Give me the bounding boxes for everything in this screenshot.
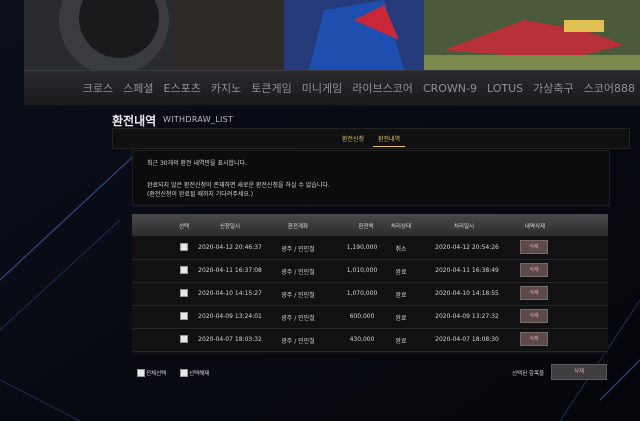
cell-account: 광주 / 민민철 (281, 315, 315, 322)
header-requested: 신청일시 (219, 224, 241, 230)
cell-account: 광주 / 민민철 (281, 292, 315, 299)
cell-account: 광주 / 민민철 (281, 246, 315, 253)
cell-requested: 2020-04-07 18:03:32 (198, 336, 262, 343)
hero-banner (24, 0, 640, 70)
delete-button[interactable]: 삭제 (520, 309, 548, 323)
cell-amount: 430,000 (349, 336, 375, 343)
cell-account: 광주 / 민민철 (281, 338, 315, 345)
table-row: 2020-04-12 20:46:37 광주 / 민민철 1,190,000 취… (132, 236, 608, 260)
cell-requested: 2020-04-09 13:24:01 (198, 313, 262, 320)
cell-processed: 2020-04-07 18:08:30 (435, 336, 499, 343)
row-checkbox[interactable] (180, 266, 188, 274)
cell-status: 완료 (395, 315, 407, 322)
row-checkbox[interactable] (180, 312, 188, 320)
table-row: 2020-04-11 16:37:08 광주 / 민민철 1,010,000 완… (132, 259, 608, 283)
select-all-checkbox[interactable] (137, 369, 145, 377)
tab-withdraw-history[interactable]: 환전내역 (373, 131, 406, 147)
nav-item-esports[interactable]: E스포츠 (159, 80, 206, 96)
nav-item-score888[interactable]: 스코어888 (579, 80, 640, 96)
tab-withdraw-request[interactable]: 환전신청 (337, 131, 369, 146)
cell-requested: 2020-04-11 16:37:08 (198, 267, 262, 274)
nav-item-cross[interactable]: 크로스 (78, 80, 118, 96)
delete-button[interactable]: 삭제 (520, 240, 548, 254)
table-row: 2020-04-10 14:15:27 광주 / 민민철 1,070,000 완… (132, 282, 608, 306)
cell-amount: 600,000 (349, 313, 375, 320)
cell-processed: 2020-04-12 20:54:26 (435, 244, 499, 251)
deselect-all-label[interactable]: 선택해제 (189, 369, 209, 377)
cell-requested: 2020-04-10 14:15:27 (198, 290, 262, 297)
nav-item-live-score[interactable]: 라이브스코어 (347, 80, 418, 96)
delete-button[interactable]: 삭제 (520, 286, 548, 300)
tab-bar: 환전신청 환전내역 (112, 128, 630, 149)
cell-status: 완료 (395, 338, 407, 345)
page-subtitle: WITHDRAW_LIST (163, 115, 234, 124)
cell-processed: 2020-04-09 13:27:32 (435, 313, 499, 320)
table-header: 선택 신청일시 환전계좌 환전액 처리상태 처리일시 내역삭제 (132, 214, 608, 236)
deselect-all-checkbox[interactable] (180, 369, 188, 377)
delete-button[interactable]: 삭제 (520, 263, 548, 277)
header-select: 선택 (178, 224, 190, 230)
header-status: 처리상태 (390, 224, 412, 230)
row-checkbox[interactable] (180, 289, 188, 297)
cell-amount: 1,190,000 (346, 244, 378, 251)
table-row: 2020-04-07 18:03:32 광주 / 민민철 430,000 완료 … (132, 328, 608, 352)
nav-item-lotus[interactable]: LOTUS (482, 82, 528, 95)
delete-selected-button[interactable]: 삭제 (551, 364, 607, 380)
nav-item-special[interactable]: 스페셜 (118, 80, 158, 96)
nav-item-mini-game[interactable]: 미니게임 (297, 80, 347, 96)
nav-item-token-game[interactable]: 토큰게임 (246, 80, 296, 96)
cell-amount: 1,010,000 (346, 267, 378, 274)
nav-item-crown9[interactable]: CROWN-9 (418, 82, 482, 95)
selected-items-label: 선택된 항목을 (512, 371, 545, 377)
page-title: 환전내역 (112, 114, 157, 128)
row-checkbox[interactable] (180, 243, 188, 251)
row-checkbox[interactable] (180, 335, 188, 343)
cell-status: 완료 (395, 292, 407, 299)
nav-item-casino[interactable]: 카지노 (206, 80, 246, 96)
cell-account: 광주 / 민민철 (281, 269, 315, 276)
delete-button[interactable]: 삭제 (520, 332, 548, 346)
header-amount: 환전액 (358, 224, 374, 230)
table-row: 2020-04-09 13:24:01 광주 / 민민철 600,000 완료 … (132, 305, 608, 329)
header-account: 환전계좌 (287, 224, 309, 230)
cell-processed: 2020-04-11 16:38:49 (435, 267, 499, 274)
header-delete: 내역삭제 (524, 224, 546, 230)
header-processed: 처리일시 (453, 224, 475, 230)
cell-requested: 2020-04-12 20:46:37 (198, 244, 262, 251)
main-nav: 크로스 스페셜 E스포츠 카지노 토큰게임 미니게임 라이브스코어 CROWN-… (24, 70, 640, 106)
withdraw-table: 선택 신청일시 환전계좌 환전액 처리상태 처리일시 내역삭제 2020-04-… (132, 214, 608, 354)
notice-line-2: 완료되지 않은 환전신청이 존재하면 새로운 환전신청을 하실 수 없습니다. (147, 182, 330, 189)
cell-amount: 1,070,000 (346, 290, 378, 297)
cell-status: 취소 (395, 246, 407, 253)
select-all-label[interactable]: 전체선택 (146, 369, 166, 377)
cell-status: 완료 (395, 269, 407, 276)
notice-box: 최근 30개의 환전 내역만을 표시합니다. 완료되지 않은 환전신청이 존재하… (132, 150, 610, 206)
nav-item-virtual-soccer[interactable]: 가상축구 (528, 80, 578, 96)
notice-line-3: (환전신청이 완료될 때까지 기다려주세요.) (147, 191, 254, 198)
notice-line-1: 최근 30개의 환전 내역만을 표시합니다. (147, 160, 247, 167)
cell-processed: 2020-04-10 14:18:55 (435, 290, 499, 297)
